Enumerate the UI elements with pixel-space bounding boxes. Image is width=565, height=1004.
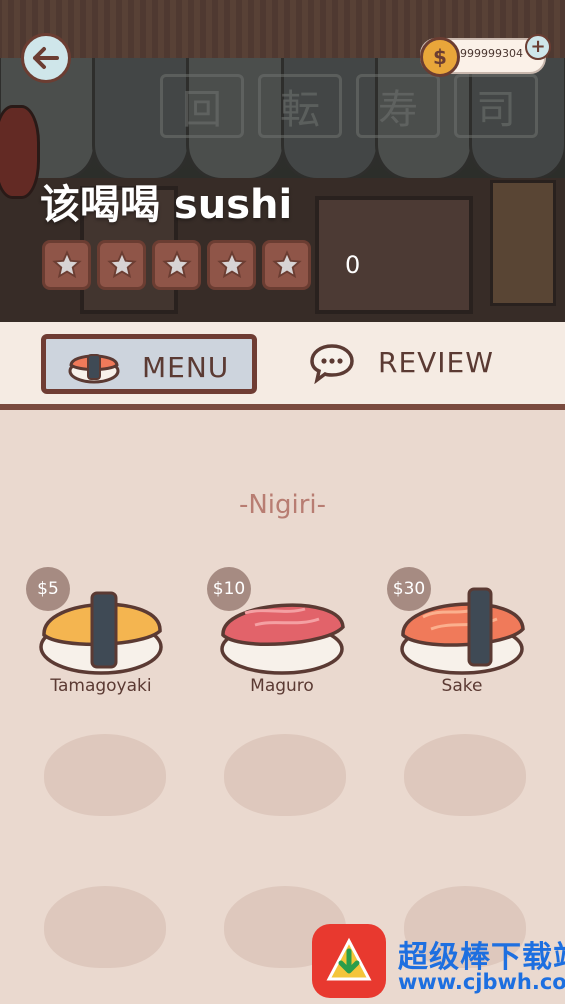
tab-label: REVIEW	[378, 346, 494, 379]
coin-icon: $	[420, 37, 460, 77]
star-icon	[262, 240, 311, 290]
locked-slot	[44, 734, 166, 816]
add-coins-button[interactable]: +	[525, 34, 551, 60]
tab-label: MENU	[142, 351, 230, 384]
tab-review[interactable]: REVIEW	[300, 334, 520, 394]
menu-item-tamagoyaki[interactable]: $5 Tamagoyaki	[26, 567, 176, 707]
rating-stars	[42, 240, 311, 290]
back-button[interactable]	[21, 33, 71, 83]
price-badge: $10	[207, 567, 251, 611]
star-icon	[152, 240, 201, 290]
item-name: Sake	[441, 676, 483, 696]
shop-name: 该喝喝 sushi	[40, 182, 293, 228]
item-name: Maguro	[250, 676, 314, 696]
locked-slot	[404, 734, 526, 816]
coin-amount: 999999304	[460, 47, 523, 60]
star-icon	[42, 240, 91, 290]
speech-bubble-icon	[310, 344, 354, 384]
locked-slot	[44, 886, 166, 968]
locked-slot	[224, 734, 346, 816]
download-icon	[326, 937, 372, 981]
sushi-icon	[68, 354, 120, 384]
menu-item-sake[interactable]: $30 Sake	[387, 567, 537, 707]
category-title: -Nigiri-	[238, 490, 327, 520]
item-name: Tamagoyaki	[50, 676, 152, 696]
watermark-logo	[312, 924, 386, 998]
watermark-url: www.cjbwh.com	[398, 970, 565, 994]
rating-count: 0	[345, 251, 361, 279]
arrow-left-icon	[33, 47, 59, 69]
price-badge: $30	[387, 567, 431, 611]
menu-item-maguro[interactable]: $10 Maguro	[207, 567, 357, 707]
star-icon	[97, 240, 146, 290]
tab-menu[interactable]: MENU	[41, 334, 257, 394]
shop-header: 回 転 寿 司 $ 999999304 + 该喝喝 sushi 0	[0, 0, 565, 322]
star-icon	[207, 240, 256, 290]
price-badge: $5	[26, 567, 70, 611]
tab-bar: MENU REVIEW	[0, 322, 565, 410]
